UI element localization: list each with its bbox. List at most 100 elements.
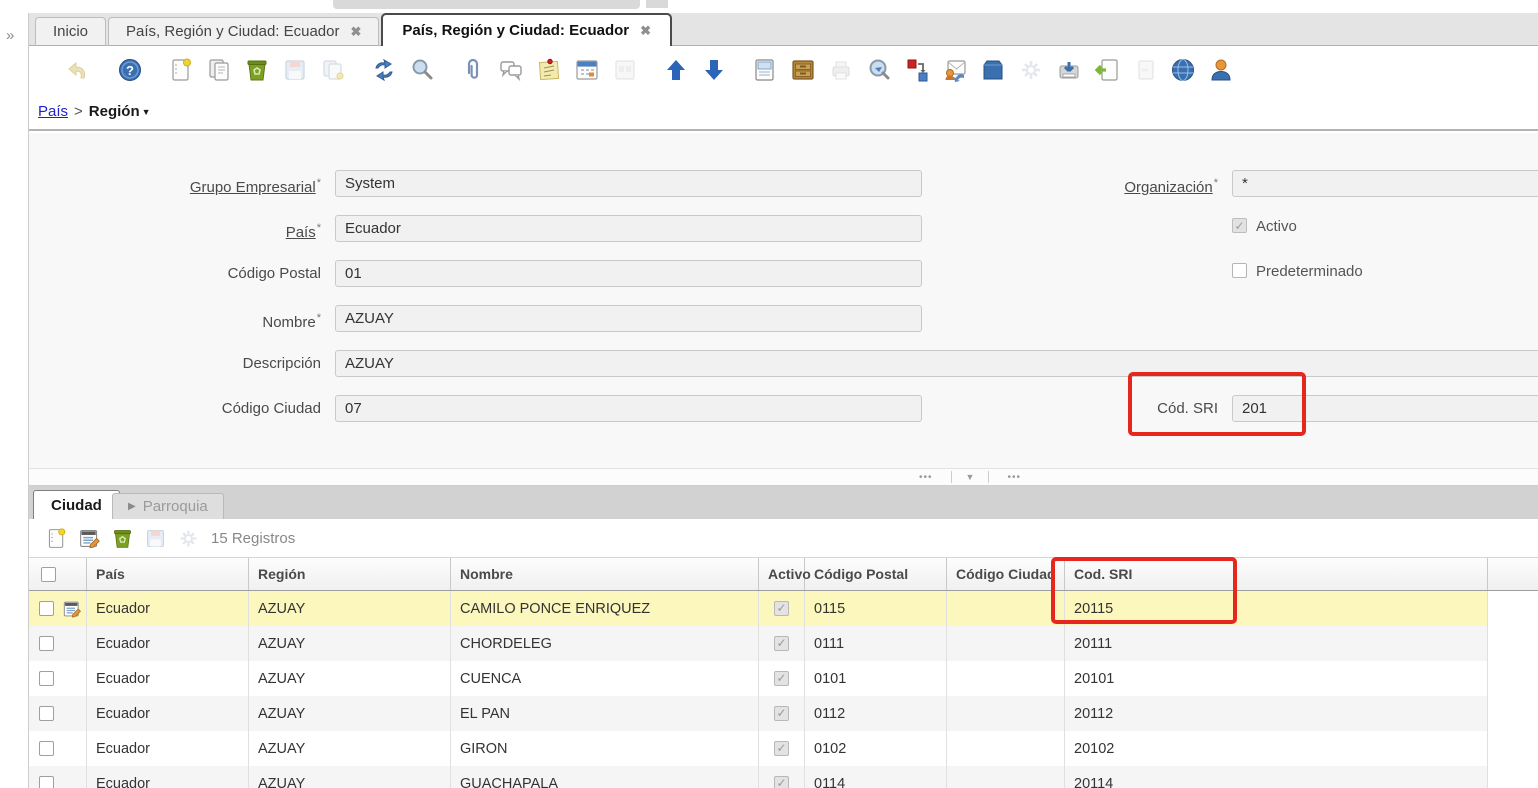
previous-record-icon[interactable] (662, 57, 689, 84)
workflow-icon[interactable] (903, 57, 930, 84)
user-icon[interactable] (1207, 57, 1234, 84)
cell-nombre[interactable]: EL PAN (451, 696, 759, 731)
row-select-checkbox[interactable] (39, 741, 54, 756)
next-record-icon[interactable] (700, 57, 727, 84)
row-select-cell[interactable] (29, 731, 87, 766)
tab-close-icon[interactable]: ✖ (640, 23, 651, 39)
row-select-checkbox[interactable] (39, 636, 54, 651)
cell-pais[interactable]: Ecuador (87, 661, 249, 696)
cell-region[interactable]: AZUAY (249, 731, 451, 766)
cell-codigo-postal[interactable]: 0114 (805, 766, 947, 788)
cell-cod-sri[interactable]: 20102 (1065, 731, 1488, 766)
column-header-Región[interactable]: Región (249, 558, 451, 590)
table-row-chordeleg[interactable]: EcuadorAZUAYCHORDELEG✓011120111 (29, 626, 1488, 661)
cell-region[interactable]: AZUAY (249, 626, 451, 661)
attachment-icon[interactable] (459, 57, 486, 84)
breadcrumb-caret-icon[interactable]: ▼ (142, 107, 151, 117)
splitter-grip-icon[interactable]: ••• (989, 472, 1039, 483)
new-record-icon[interactable] (44, 526, 68, 550)
breadcrumb-parent-link[interactable]: País (38, 103, 68, 120)
column-header-Activo[interactable]: Activo (759, 558, 805, 590)
column-header-País[interactable]: País (87, 558, 249, 590)
tab-ciudad[interactable]: Ciudad (33, 490, 120, 519)
cell-codigo-ciudad[interactable] (947, 731, 1065, 766)
select-all-checkbox[interactable] (41, 567, 56, 582)
cell-cod-sri[interactable]: 20114 (1065, 766, 1488, 788)
new-record-icon[interactable] (167, 57, 194, 84)
cell-nombre[interactable]: CAMILO PONCE ENRIQUEZ (451, 591, 759, 626)
tab-parroquia[interactable]: ▶ Parroquia (112, 493, 224, 519)
calendar-icon[interactable] (573, 57, 600, 84)
copy-record-icon[interactable] (205, 57, 232, 84)
row-select-cell[interactable] (29, 766, 87, 788)
column-header-Cod. SRI[interactable]: Cod. SRI (1065, 558, 1488, 590)
cell-codigo-postal[interactable]: 0101 (805, 661, 947, 696)
cell-activo[interactable]: ✓ (759, 766, 805, 788)
cell-codigo-ciudad[interactable] (947, 626, 1065, 661)
cell-pais[interactable]: Ecuador (87, 626, 249, 661)
cell-activo[interactable]: ✓ (759, 731, 805, 766)
cell-activo[interactable]: ✓ (759, 626, 805, 661)
row-select-cell[interactable] (29, 661, 87, 696)
row-select-checkbox[interactable] (39, 706, 54, 721)
requests-icon[interactable] (941, 57, 968, 84)
cell-cod-sri[interactable]: 20112 (1065, 696, 1488, 731)
cell-codigo-ciudad[interactable] (947, 696, 1065, 731)
column-header-Nombre[interactable]: Nombre (451, 558, 759, 590)
descripcion-field[interactable]: AZUAY (335, 350, 1538, 377)
cell-nombre[interactable]: GUACHAPALA (451, 766, 759, 788)
cell-activo[interactable]: ✓ (759, 591, 805, 626)
organizacion-label[interactable]: Organización* (926, 170, 1218, 201)
cell-pais[interactable]: Ecuador (87, 731, 249, 766)
cell-pais[interactable]: Ecuador (87, 766, 249, 788)
organizacion-field[interactable]: * (1232, 170, 1538, 197)
delete-record-icon[interactable] (110, 526, 134, 550)
archive-icon[interactable] (789, 57, 816, 84)
row-select-cell[interactable] (29, 696, 87, 731)
cell-nombre[interactable]: GIRON (451, 731, 759, 766)
cell-codigo-ciudad[interactable] (947, 591, 1065, 626)
pais-label[interactable]: País* (29, 215, 321, 246)
cell-region[interactable]: AZUAY (249, 661, 451, 696)
refresh-icon[interactable] (370, 57, 397, 84)
cell-activo[interactable]: ✓ (759, 696, 805, 731)
predeterminado-checkbox[interactable] (1232, 263, 1247, 278)
cell-nombre[interactable]: CHORDELEG (451, 626, 759, 661)
column-header-Código Ciudad[interactable]: Código Ciudad (947, 558, 1065, 590)
window-tab-1[interactable]: País, Región y Ciudad: Ecuador✖ (108, 17, 379, 46)
cell-pais[interactable]: Ecuador (87, 591, 249, 626)
web-icon[interactable] (1169, 57, 1196, 84)
cell-cod-sri[interactable]: 20111 (1065, 626, 1488, 661)
cell-activo[interactable]: ✓ (759, 661, 805, 696)
cell-cod-sri[interactable]: 20101 (1065, 661, 1488, 696)
file-import-icon[interactable] (1093, 57, 1120, 84)
cell-region[interactable]: AZUAY (249, 766, 451, 788)
cell-nombre[interactable]: CUENCA (451, 661, 759, 696)
splitter-collapse-icon[interactable]: ▼ (952, 472, 989, 482)
table-row-guachapala[interactable]: EcuadorAZUAYGUACHAPALA✓0114 20114 (29, 766, 1488, 788)
column-header-Código Postal[interactable]: Código Postal (805, 558, 947, 590)
find-icon[interactable] (408, 57, 435, 84)
cell-codigo-ciudad[interactable] (947, 766, 1065, 788)
row-edit-icon[interactable] (62, 599, 82, 619)
toggle-edit-icon[interactable] (77, 526, 101, 550)
cell-codigo-postal[interactable]: 0112 (805, 696, 947, 731)
cell-cod-sri[interactable]: 20115 (1065, 591, 1488, 626)
table-row-camilo-ponce-enriquez[interactable]: EcuadorAZUAYCAMILO PONCE ENRIQUEZ✓011520… (29, 591, 1488, 626)
row-select-checkbox[interactable] (39, 601, 54, 616)
cell-codigo-postal[interactable]: 0115 (805, 591, 947, 626)
cell-region[interactable]: AZUAY (249, 696, 451, 731)
pais-field[interactable]: Ecuador (335, 215, 922, 242)
row-select-checkbox[interactable] (39, 671, 54, 686)
help-icon[interactable]: ? (116, 57, 143, 84)
pane-splitter[interactable]: ••• ▼ ••• (29, 468, 1538, 486)
row-select-cell[interactable] (29, 591, 87, 626)
nombre-field[interactable]: AZUAY (335, 305, 922, 332)
tab-close-icon[interactable]: ✖ (351, 24, 362, 40)
window-tab-0[interactable]: Inicio (35, 17, 106, 46)
table-row-giron[interactable]: EcuadorAZUAYGIRON✓010220102 (29, 731, 1488, 766)
breadcrumb-current[interactable]: Región (89, 103, 140, 120)
cod-sri-field[interactable]: 201 (1232, 395, 1538, 422)
splitter-grip-icon[interactable]: ••• (901, 472, 951, 483)
row-select-cell[interactable] (29, 626, 87, 661)
